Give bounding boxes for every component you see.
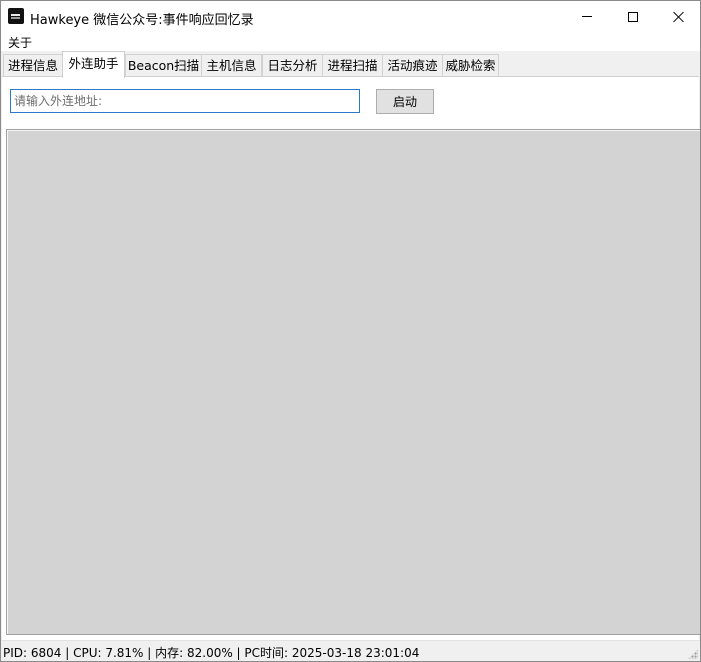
tab-connect-helper[interactable]: 外连助手 <box>62 51 125 78</box>
address-input[interactable] <box>10 89 360 113</box>
tab-activity-traces[interactable]: 活动痕迹 <box>382 54 443 77</box>
tab-beacon-scan[interactable]: Beacon扫描 <box>125 54 202 77</box>
maximize-button[interactable] <box>610 1 656 32</box>
minimize-button[interactable] <box>564 1 610 32</box>
app-window: Hawkeye 微信公众号:事件响应回忆录 关于 进程信息 外连助手 Beaco… <box>0 0 701 662</box>
title-bar[interactable]: Hawkeye 微信公众号:事件响应回忆录 <box>1 1 700 32</box>
window-title: Hawkeye 微信公众号:事件响应回忆录 <box>30 13 254 28</box>
status-bar: PID: 6804 | CPU: 7.81% | 内存: 82.00% | PC… <box>1 640 700 661</box>
app-icon <box>8 8 24 24</box>
close-icon <box>673 11 685 23</box>
resize-grip-icon[interactable] <box>688 649 698 659</box>
menu-item-about[interactable]: 关于 <box>7 34 33 51</box>
tab-process-info[interactable]: 进程信息 <box>3 54 63 77</box>
tab-process-scan[interactable]: 进程扫描 <box>322 54 383 77</box>
tab-host-info[interactable]: 主机信息 <box>201 54 262 77</box>
close-button[interactable] <box>656 1 700 32</box>
status-text: PID: 6804 | CPU: 7.81% | 内存: 82.00% | PC… <box>3 646 420 660</box>
tab-log-analysis[interactable]: 日志分析 <box>262 54 323 77</box>
minimize-icon <box>582 16 592 17</box>
connect-helper-panel: 启动 <box>2 76 700 640</box>
menu-bar: 关于 <box>1 32 700 51</box>
tab-threat-search[interactable]: 威胁检索 <box>442 54 499 77</box>
tab-strip: 进程信息 外连助手 Beacon扫描 主机信息 日志分析 进程扫描 活动痕迹 威… <box>1 51 700 78</box>
result-output-area[interactable] <box>6 129 700 635</box>
maximize-icon <box>628 11 638 22</box>
start-button[interactable]: 启动 <box>376 89 434 114</box>
